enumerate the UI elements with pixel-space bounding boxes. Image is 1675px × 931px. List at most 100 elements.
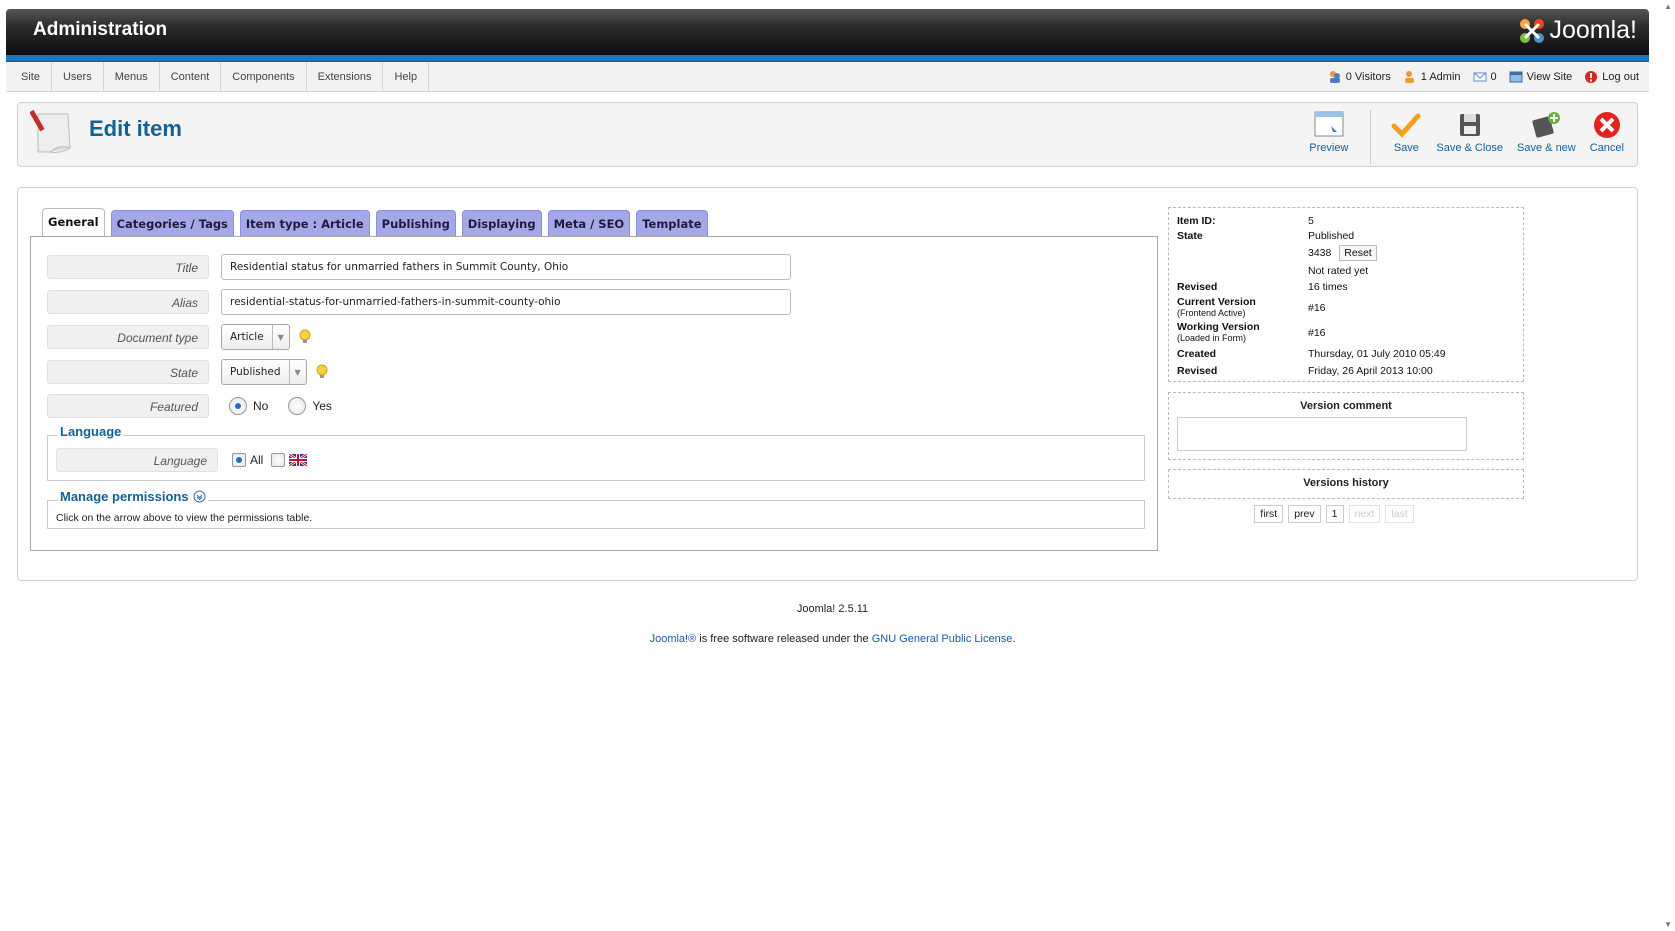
cancel-icon — [1593, 112, 1620, 138]
permissions-fieldset: Manage permissions Click on the arrow ab… — [47, 489, 1145, 529]
menu-item-components[interactable]: Components — [221, 62, 307, 92]
versions-history-box: Versions history — [1168, 469, 1524, 499]
preview-button[interactable]: Preview — [1302, 110, 1355, 164]
save-new-label: Save & new — [1517, 142, 1576, 154]
state-row: State Published ▼ — [47, 359, 329, 385]
pager-next: next — [1348, 505, 1381, 523]
save-new-icon — [1532, 112, 1561, 138]
revised-value: 16 times — [1308, 281, 1348, 293]
language-en-radio[interactable] — [271, 453, 286, 467]
state-info-value: Published — [1308, 230, 1355, 242]
language-all-label: All — [250, 453, 264, 467]
general-tab-panel: Title Residential status for unmarried f… — [30, 236, 1158, 551]
admins-status: 1 Admin — [1403, 70, 1461, 84]
pager-prev[interactable]: prev — [1288, 505, 1321, 523]
view-site-label: View Site — [1526, 71, 1573, 83]
featured-no-option[interactable]: No — [229, 397, 268, 415]
created-value: Thursday, 01 July 2010 05:49 — [1308, 348, 1446, 360]
chevron-down-icon: ▼ — [271, 325, 289, 349]
tab-item-type[interactable]: Item type : Article — [239, 210, 370, 237]
cancel-label: Cancel — [1589, 142, 1624, 154]
toolbar-box: Edit item Preview Save Save & Close Save… — [17, 102, 1638, 167]
save-new-button[interactable]: Save & new — [1510, 110, 1583, 164]
revised-date-label: Revised — [1177, 365, 1218, 377]
logout-icon — [1585, 71, 1598, 83]
featured-yes-option[interactable]: Yes — [288, 397, 332, 415]
view-site-icon — [1509, 71, 1523, 83]
item-info-sidebar: Item ID: 5 State Published 3438 Reset No… — [1168, 207, 1524, 523]
menu-item-content[interactable]: Content — [160, 62, 222, 92]
version-comment-input[interactable] — [1177, 417, 1467, 451]
title-input[interactable]: Residential status for unmarried fathers… — [221, 254, 791, 280]
cancel-button[interactable]: Cancel — [1583, 110, 1631, 164]
alias-input[interactable]: residential-status-for-unmarried-fathers… — [221, 289, 791, 315]
scroll-up-arrow-icon[interactable]: ▲ — [1664, 2, 1672, 11]
scroll-down-arrow-icon[interactable]: ▼ — [1664, 920, 1672, 929]
menu-item-users[interactable]: Users — [52, 62, 104, 92]
tab-general[interactable]: General — [42, 208, 105, 237]
pager-first[interactable]: first — [1254, 505, 1284, 523]
menu-item-help[interactable]: Help — [383, 62, 430, 92]
item-info-box: Item ID: 5 State Published 3438 Reset No… — [1168, 207, 1524, 382]
save-button[interactable]: Save — [1383, 110, 1429, 164]
language-fieldset: Language Language All — [47, 424, 1145, 481]
lightbulb-help-icon[interactable] — [315, 364, 329, 380]
messages-icon — [1473, 72, 1487, 82]
doctype-label: Document type — [47, 325, 209, 349]
permissions-hint: Click on the arrow above to view the per… — [56, 512, 313, 524]
working-version-value: #16 — [1308, 327, 1326, 339]
expand-arrow-icon[interactable] — [193, 490, 206, 503]
featured-yes-radio[interactable] — [288, 397, 307, 415]
hits-value: 3438 — [1308, 247, 1332, 259]
permissions-legend-wrap[interactable]: Manage permissions — [58, 489, 208, 504]
featured-no-label: No — [253, 399, 269, 413]
header-accent-bar — [6, 55, 1649, 62]
versions-pager: first prev 1 next last — [1144, 505, 1524, 523]
revised-label: Revised — [1177, 281, 1218, 293]
menu-item-menus[interactable]: Menus — [104, 62, 160, 92]
version-comment-title: Version comment — [1300, 400, 1392, 412]
language-en-option[interactable] — [271, 453, 308, 467]
license-text: is free software released under the — [696, 633, 872, 645]
logout-link[interactable]: Log out — [1584, 70, 1639, 84]
language-all-radio[interactable] — [232, 453, 246, 467]
created-label: Created — [1177, 348, 1217, 360]
admin-header: Administration Joomla! — [6, 9, 1649, 55]
tab-publishing[interactable]: Publishing — [375, 210, 456, 237]
working-version-row: Working Version (Loaded in Form) — [1177, 321, 1260, 343]
messages-status[interactable]: 0 — [1473, 70, 1497, 84]
current-version-value: #16 — [1308, 302, 1326, 314]
reset-hits-button[interactable]: Reset — [1339, 245, 1377, 261]
view-site-link[interactable]: View Site — [1509, 71, 1573, 83]
menu-item-site[interactable]: Site — [10, 62, 52, 92]
edit-form-panel: General Categories / Tags Item type : Ar… — [17, 187, 1638, 581]
language-all-option[interactable]: All — [232, 453, 263, 467]
featured-row: Featured No Yes — [47, 394, 332, 418]
tab-displaying[interactable]: Displaying — [461, 210, 542, 237]
tab-template[interactable]: Template — [636, 210, 708, 237]
admin-menubar: Site Users Menus Content Components Exte… — [6, 62, 1649, 92]
state-label: State — [47, 360, 209, 384]
featured-no-radio[interactable] — [229, 397, 247, 415]
item-id-label: Item ID: — [1177, 215, 1216, 227]
permissions-legend: Manage permissions — [60, 489, 189, 504]
tab-meta-seo[interactable]: Meta / SEO — [547, 210, 631, 237]
tab-categories-tags[interactable]: Categories / Tags — [110, 210, 234, 237]
doctype-select[interactable]: Article ▼ — [221, 324, 290, 350]
lightbulb-help-icon[interactable] — [298, 329, 312, 345]
gpl-link[interactable]: GNU General Public License — [872, 633, 1013, 645]
pager-page-1[interactable]: 1 — [1325, 505, 1344, 523]
save-close-button[interactable]: Save & Close — [1429, 110, 1510, 164]
revised-date-value: Friday, 26 April 2013 10:00 — [1308, 365, 1433, 377]
hits-row: 3438 Reset — [1308, 245, 1377, 261]
visitors-count: 0 Visitors — [1345, 71, 1391, 83]
joomla-link[interactable]: Joomla!® — [650, 633, 697, 645]
logout-label: Log out — [1602, 71, 1639, 83]
versions-history-title: Versions history — [1303, 477, 1389, 489]
state-select[interactable]: Published ▼ — [221, 359, 307, 385]
menu-item-extensions[interactable]: Extensions — [307, 62, 384, 92]
current-version-label: Current Version (Frontend Active) — [1177, 296, 1256, 318]
alias-label: Alias — [47, 290, 209, 314]
preview-label: Preview — [1309, 142, 1349, 154]
admin-title: Administration — [33, 19, 168, 40]
